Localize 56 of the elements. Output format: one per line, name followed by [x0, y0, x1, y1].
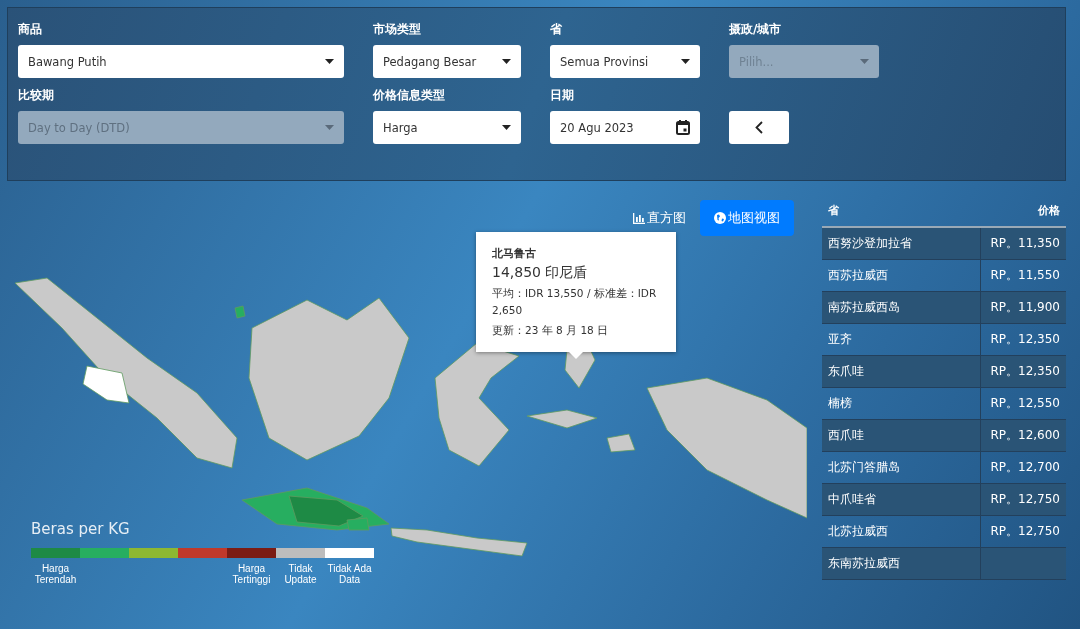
field-label: 价格信息类型	[373, 87, 446, 102]
field-label: 摄政/城市	[729, 21, 783, 36]
caret-icon	[325, 59, 334, 64]
map-view-tab[interactable]: 地图视图	[700, 200, 794, 236]
table-cell: RP。12,550	[990, 395, 1060, 412]
legend-label: Harga Tertinggi	[231, 563, 272, 585]
chart-view-tab[interactable]: 直方图	[633, 200, 686, 236]
chevron-left-icon	[755, 121, 763, 134]
tooltip-title: 北马鲁古	[492, 246, 537, 261]
legend-title: Beras per KG	[31, 520, 131, 538]
table-cell: 亚齐	[822, 324, 981, 355]
tooltip-updated: 更新：23 年 8 月 18 日	[492, 322, 610, 338]
table-cell: 南苏拉威西岛	[822, 292, 981, 323]
globe-icon	[714, 212, 726, 224]
caret-icon	[325, 125, 334, 130]
field-label: 市场类型	[373, 21, 422, 36]
table-cell: 西苏拉威西	[822, 260, 981, 291]
caret-icon	[502, 125, 511, 130]
tooltip-price: 14,850 印尼盾	[492, 264, 589, 282]
table-cell: 楠榜	[822, 388, 981, 419]
table-cell: 中爪哇省	[822, 484, 981, 515]
legend-label: Harga Terendah	[33, 563, 78, 585]
dropdown-field[interactable]: Pedagang Besar	[373, 45, 521, 78]
table-cell: RP。11,350	[990, 235, 1060, 252]
calendar-icon[interactable]	[676, 120, 690, 135]
table-cell: RP。11,900	[990, 299, 1060, 316]
table-cell: 北苏拉威西	[822, 516, 981, 547]
field-label: 比较期	[18, 87, 55, 102]
caret-icon	[502, 59, 511, 64]
table-cell: 西努沙登加拉省	[822, 228, 981, 259]
table-cell: 北苏门答腊岛	[822, 452, 981, 483]
table-cell: RP。12,350	[990, 331, 1060, 348]
table-cell: 东爪哇	[822, 356, 981, 387]
caret-icon	[681, 59, 690, 64]
dropdown-field[interactable]: Harga	[373, 111, 521, 144]
table-cell: RP。12,600	[990, 427, 1060, 444]
table-cell: RP。11,550	[990, 267, 1060, 284]
field-label: 商品	[18, 21, 43, 36]
legend-label: Tidak Update	[283, 563, 318, 585]
date-field[interactable]: 20 Agu 2023	[550, 111, 700, 144]
table-cell: RP。12,750	[990, 523, 1060, 540]
field-label: 日期	[550, 87, 575, 102]
field-label: 省	[550, 21, 563, 36]
table-cell: RP。12,750	[990, 491, 1060, 508]
table-cell: RP。12,700	[990, 459, 1060, 476]
legend-label: Tidak Ada Data	[326, 563, 373, 585]
dropdown-field[interactable]: Semua Provinsi	[550, 45, 700, 78]
tooltip-stats: 平均：IDR 13,550 / 标准差：IDR 2,650	[492, 286, 658, 318]
column-header: 省	[828, 203, 839, 219]
table-cell: 西爪哇	[822, 420, 981, 451]
bar-chart-icon	[633, 212, 645, 224]
column-header: 价格	[1038, 203, 1060, 219]
caret-icon	[860, 59, 869, 64]
table-cell: RP。12,350	[990, 363, 1060, 380]
dropdown-field[interactable]: Bawang Putih	[18, 45, 344, 78]
table-cell: 东南苏拉威西	[822, 548, 981, 579]
